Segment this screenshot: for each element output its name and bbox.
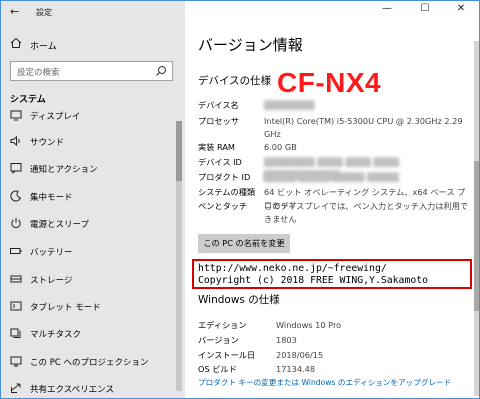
search-icon[interactable] (155, 65, 167, 77)
sidebar-item-power[interactable]: 電源とスリープ (1, 211, 185, 237)
sidebar-scrollbar[interactable] (176, 121, 182, 391)
spec-key: インストール日 (198, 350, 256, 360)
sidebar-item-projection[interactable]: この PC へのプロジェクション (1, 349, 185, 375)
display-icon (10, 109, 22, 121)
notification-icon (10, 162, 22, 174)
sidebar-item-label: ディスプレイ (30, 112, 81, 122)
model-overlay-text: CF-NX4 (277, 67, 382, 98)
app-title: 設定 (36, 8, 52, 17)
spec-value-redacted: ████████ (264, 100, 315, 110)
projection-icon (10, 355, 22, 367)
copyright-text: Copyright (c) 2018 FREE WING,Y.Sakamoto (198, 275, 429, 286)
back-arrow-icon[interactable]: ← (10, 5, 19, 18)
search-placeholder: 設定の検索 (17, 68, 60, 78)
main-scrollbar[interactable] (474, 41, 479, 396)
spec-key: システムの種類 (198, 187, 256, 197)
speaker-icon (10, 135, 22, 147)
home-nav-item[interactable]: ホーム (1, 35, 185, 55)
sidebar-item-label: 通知とアクション (30, 165, 98, 175)
main-scrollbar-thumb[interactable] (474, 161, 479, 311)
maximize-button[interactable]: ☐ (417, 3, 433, 14)
spec-value: このディスプレイでは、ペン入力とタッチ入力は利用できません (264, 201, 469, 224)
sidebar-item-storage[interactable]: ストレージ (1, 267, 185, 293)
spec-key: エディション (198, 320, 247, 330)
power-icon (10, 217, 22, 229)
sidebar-item-display[interactable]: ディスプレイ (1, 103, 185, 129)
minimize-button[interactable]: — (379, 3, 395, 14)
sidebar-item-notifications[interactable]: 通知とアクション (1, 156, 185, 182)
windows-spec-heading: Windows の仕様 (198, 294, 280, 306)
battery-icon (10, 245, 22, 257)
tablet-icon (10, 300, 22, 312)
sidebar-item-label: 電源とスリープ (30, 220, 89, 230)
spec-key: プロダクト ID (198, 172, 251, 182)
sidebar-item-tablet-mode[interactable]: タブレット モード (1, 294, 185, 320)
spec-value-redacted: █████-█████-█████-█████ (264, 172, 399, 182)
spec-key: OS ビルド (198, 364, 237, 374)
main-content: — ☐ ✕ バージョン情報 デバイスの仕様 CF-NX4 デバイス名 █████… (185, 1, 479, 398)
spec-key: デバイス名 (198, 100, 239, 110)
copyright-url: http://www.neko.ne.jp/~freewing/ (198, 263, 387, 274)
sidebar-scrollbar-thumb[interactable] (176, 121, 182, 181)
spec-key: デバイス ID (198, 157, 242, 167)
close-button[interactable]: ✕ (453, 3, 469, 14)
sidebar-item-label: サウンド (30, 138, 65, 148)
home-label: ホーム (30, 42, 57, 52)
share-icon (10, 382, 22, 394)
sidebar-item-label: バッテリー (30, 248, 73, 258)
spec-value: 6.00 GB (264, 142, 297, 152)
spec-value: Windows 10 Pro (276, 320, 342, 330)
sidebar-item-label: 集中モード (30, 193, 73, 203)
rename-pc-button[interactable]: この PC の名前を変更 (198, 234, 290, 253)
title-bar: ← 設定 (1, 1, 185, 29)
settings-search-input[interactable]: 設定の検索 (10, 61, 173, 81)
spec-key: バージョン (198, 335, 239, 345)
settings-window: ← 設定 ホーム 設定の検索 システム ディスプレイ サウンド 通知とアクション… (0, 0, 480, 399)
spec-value: 17134.48 (276, 364, 316, 374)
sidebar-item-sound[interactable]: サウンド (1, 129, 185, 155)
page-title: バージョン情報 (198, 36, 303, 54)
spec-key: プロセッサ (198, 116, 239, 126)
sidebar-item-label: この PC へのプロジェクション (30, 358, 149, 368)
spec-key: 実装 RAM (198, 142, 235, 152)
sidebar-item-battery[interactable]: バッテリー (1, 239, 185, 265)
spec-value: Intel(R) Core(TM) i5-5300U CPU @ 2.30GHz… (264, 116, 463, 139)
spec-value: 1803 (276, 335, 297, 345)
sidebar-item-label: 共有エクスペリエンス (30, 385, 114, 395)
upgrade-edition-link[interactable]: プロダクト キーの変更または Windows のエディションをアップグレード (198, 377, 451, 388)
moon-icon (10, 190, 22, 202)
multitask-icon (10, 327, 22, 339)
sidebar-item-label: マルチタスク (30, 330, 82, 340)
home-icon (10, 37, 22, 49)
device-spec-heading: デバイスの仕様 (198, 75, 272, 87)
sidebar-item-label: タブレット モード (30, 303, 101, 313)
sidebar-item-label: ストレージ (30, 276, 73, 286)
sidebar-item-multitasking[interactable]: マルチタスク (1, 321, 185, 347)
sidebar: ← 設定 ホーム 設定の検索 システム ディスプレイ サウンド 通知とアクション… (1, 1, 185, 398)
storage-icon (10, 273, 22, 285)
sidebar-item-shared-experiences[interactable]: 共有エクスペリエンス (1, 376, 185, 398)
sidebar-item-focus[interactable]: 集中モード (1, 184, 185, 210)
copyright-overlay: http://www.neko.ne.jp/~freewing/ Copyrig… (192, 259, 472, 289)
spec-key: ペンとタッチ (198, 201, 248, 211)
spec-value: 2018/06/15 (276, 350, 324, 360)
